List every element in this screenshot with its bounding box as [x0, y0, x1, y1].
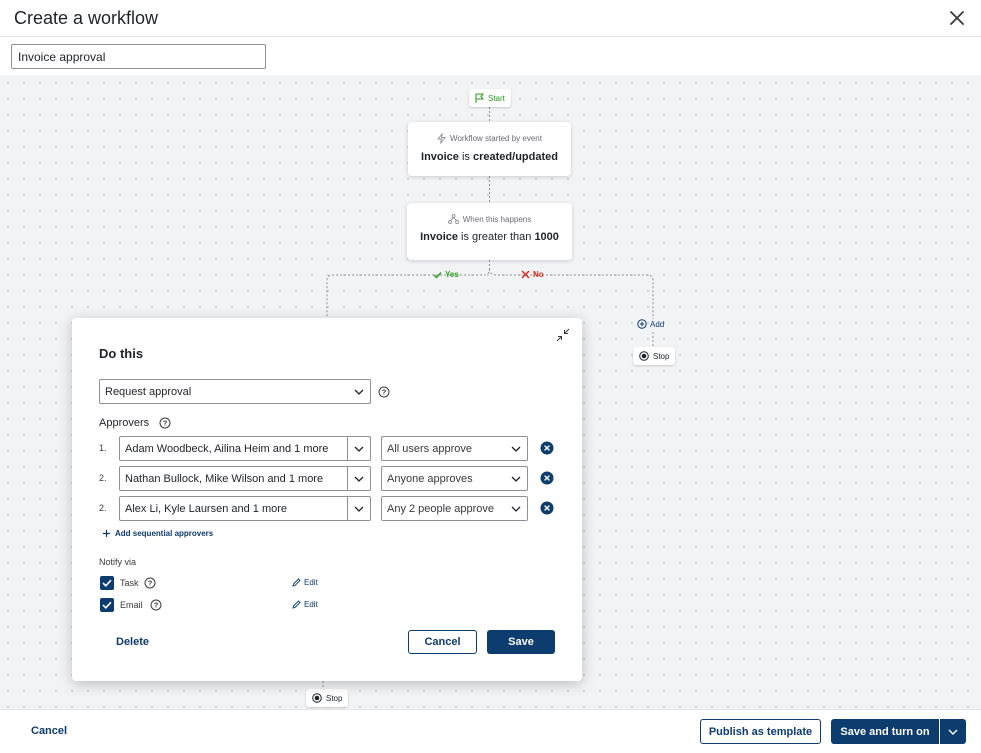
approver-number: 2. — [99, 503, 107, 513]
check-icon — [433, 271, 442, 279]
condition-value: 1000 — [534, 231, 559, 243]
svg-text:?: ? — [154, 601, 159, 610]
approver-number: 1. — [99, 443, 107, 453]
approver-names-select[interactable]: Adam Woodbeck, Ailina Heim and 1 more — [119, 436, 371, 461]
condition-operator: is greater than — [461, 231, 532, 243]
trigger-event: created/updated — [473, 151, 558, 163]
stop-icon — [312, 693, 322, 703]
add-sequential-approvers-button[interactable]: Add sequential approvers — [102, 529, 213, 538]
x-icon — [521, 270, 530, 279]
edit-email-notification[interactable]: Edit — [292, 600, 318, 609]
dialog-title: Create a workflow — [14, 8, 159, 28]
add-step-button[interactable]: Add — [637, 319, 664, 329]
remove-approver-icon[interactable] — [540, 441, 554, 455]
email-label: Email — [120, 600, 143, 610]
trigger-caption: Workflow started by event — [450, 134, 542, 143]
dialog-header: Create a workflow — [0, 0, 981, 37]
edit-task-notification[interactable]: Edit — [292, 578, 318, 587]
approval-rule-select[interactable]: Anyone approves — [381, 466, 528, 491]
close-icon — [950, 11, 964, 25]
chevron-down-icon — [511, 476, 521, 482]
stop-icon — [639, 351, 649, 361]
remove-approver-icon[interactable] — [540, 501, 554, 515]
condition-subject: Invoice — [420, 231, 458, 243]
close-button[interactable] — [945, 6, 969, 30]
approval-rule-select[interactable]: Any 2 people approve — [381, 496, 528, 521]
yes-branch-label: Yes — [433, 270, 459, 279]
stop-node: Stop — [306, 689, 349, 707]
save-options-dropdown[interactable] — [940, 719, 966, 744]
branch-icon — [447, 214, 459, 224]
task-label: Task — [120, 578, 139, 588]
trigger-verb: is — [461, 151, 470, 163]
remove-approver-icon[interactable] — [540, 471, 554, 485]
publish-as-template-button[interactable]: Publish as template — [700, 719, 821, 744]
checkmark-icon — [102, 601, 112, 609]
help-icon[interactable]: ? — [144, 577, 156, 589]
stop-node: Stop — [633, 347, 676, 365]
panel-cancel-button[interactable]: Cancel — [408, 630, 477, 654]
chevron-down-icon — [354, 506, 364, 512]
svg-text:?: ? — [382, 388, 387, 397]
no-branch-label: No — [521, 270, 544, 279]
panel-title: Do this — [99, 346, 144, 361]
pencil-icon — [292, 578, 301, 587]
trigger-subject: Invoice — [421, 151, 459, 163]
notify-via-label: Notify via — [99, 557, 137, 567]
flag-icon — [475, 93, 484, 103]
condition-caption: When this happens — [462, 214, 532, 224]
pencil-icon — [292, 600, 301, 609]
start-node: Start — [469, 89, 511, 107]
task-checkbox[interactable] — [100, 576, 114, 590]
approvers-label: Approvers — [99, 417, 150, 429]
email-checkbox[interactable] — [100, 598, 114, 612]
approval-rule-select[interactable]: All users approve — [381, 436, 528, 461]
panel-save-button[interactable]: Save — [487, 630, 555, 654]
chevron-down-icon — [354, 476, 364, 482]
approver-number: 2. — [99, 473, 107, 483]
approver-names-select[interactable]: Nathan Bullock, Mike Wilson and 1 more — [119, 466, 371, 491]
chevron-down-icon — [948, 729, 958, 735]
svg-text:?: ? — [148, 579, 153, 588]
trigger-node[interactable]: Workflow started by event Invoice is cre… — [408, 122, 571, 176]
checkmark-icon — [102, 579, 112, 587]
workflow-name-input[interactable] — [11, 44, 266, 69]
action-panel: Do this Request approval ? Approvers ? 1… — [72, 318, 582, 681]
help-icon[interactable]: ? — [150, 599, 162, 611]
plus-icon — [103, 530, 110, 537]
collapse-icon[interactable] — [556, 328, 570, 342]
svg-text:?: ? — [163, 419, 168, 428]
delete-button[interactable]: Delete — [116, 636, 149, 648]
help-icon[interactable]: ? — [378, 386, 390, 398]
lightning-icon — [437, 133, 446, 144]
plus-circle-icon — [637, 319, 647, 329]
chevron-down-icon — [511, 446, 521, 452]
action-type-select[interactable]: Request approval — [99, 379, 371, 404]
chevron-down-icon — [511, 506, 521, 512]
approver-names-select[interactable]: Alex Li, Kyle Laursen and 1 more — [119, 496, 371, 521]
cancel-button[interactable]: Cancel — [31, 725, 67, 737]
start-label: Start — [488, 93, 505, 103]
help-icon[interactable]: ? — [159, 417, 171, 429]
chevron-down-icon — [354, 389, 364, 395]
save-and-turn-on-button[interactable]: Save and turn on — [831, 719, 939, 744]
dialog-footer: Cancel Publish as template Save and turn… — [0, 709, 981, 753]
chevron-down-icon — [354, 446, 364, 452]
condition-node[interactable]: When this happens Invoice is greater tha… — [407, 203, 572, 260]
